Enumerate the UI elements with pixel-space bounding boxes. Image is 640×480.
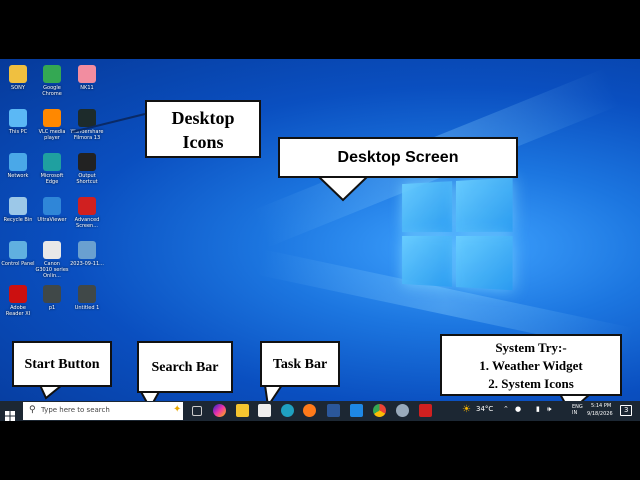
callout-task-bar: Task Bar (260, 341, 340, 387)
start-button[interactable] (5, 406, 15, 421)
callout-start-button: Start Button (12, 341, 112, 387)
task-view-icon[interactable] (192, 406, 202, 416)
callout-search-bar-text: Search Bar (151, 360, 219, 375)
copilot-icon[interactable] (213, 404, 226, 417)
callout-start-button-text: Start Button (24, 357, 100, 372)
search-highlight-icon: ✦ (173, 404, 182, 415)
weather-icon[interactable]: ☀ (462, 404, 471, 415)
callout-desktop-screen: Desktop Screen (278, 137, 518, 178)
store-icon[interactable] (258, 404, 271, 417)
network-icon[interactable]: ● (515, 405, 521, 413)
windows-start-icon (5, 411, 15, 421)
firefox-icon[interactable] (303, 404, 316, 417)
edge-icon[interactable] (281, 404, 294, 417)
app-icon[interactable] (396, 404, 409, 417)
callout-system-tray-line: System Try:- (495, 340, 567, 355)
taskbar: ⚲ Type here to search ✦ ☀ 34°C ⌃ ● ▮ 🕪 E… (0, 401, 640, 421)
battery-icon[interactable]: ▮ (536, 405, 540, 413)
weather-temperature[interactable]: 34°C (476, 405, 493, 413)
file-explorer-icon[interactable] (236, 404, 249, 417)
callout-task-bar-text: Task Bar (272, 357, 328, 372)
callout-search-bar: Search Bar (137, 341, 233, 393)
callout-desktop-screen-text: Desktop Screen (337, 149, 459, 166)
clock-date[interactable]: 9/18/2026 (587, 411, 613, 417)
notification-button[interactable]: 3 (620, 405, 632, 416)
volume-icon[interactable]: 🕪 (547, 405, 551, 414)
callout-system-tray: System Try:- 1. Weather Widget 2. System… (440, 334, 622, 396)
search-icon: ⚲ (29, 405, 36, 415)
search-bar[interactable]: ⚲ Type here to search ✦ (23, 402, 183, 420)
show-hidden-icons-icon[interactable]: ⌃ (503, 405, 509, 413)
search-placeholder: Type here to search (41, 406, 110, 414)
callout-system-tray-line: 2. System Icons (488, 376, 574, 391)
callout-system-tray-line: 1. Weather Widget (479, 358, 583, 373)
notification-count: 3 (624, 406, 629, 414)
chrome-icon[interactable] (373, 404, 386, 417)
language-indicator[interactable]: ENG IN (572, 404, 586, 416)
recorder-icon[interactable] (419, 404, 432, 417)
clock-time[interactable]: 5:14 PM (591, 403, 611, 409)
word-icon[interactable] (327, 404, 340, 417)
mail-icon[interactable] (350, 404, 363, 417)
